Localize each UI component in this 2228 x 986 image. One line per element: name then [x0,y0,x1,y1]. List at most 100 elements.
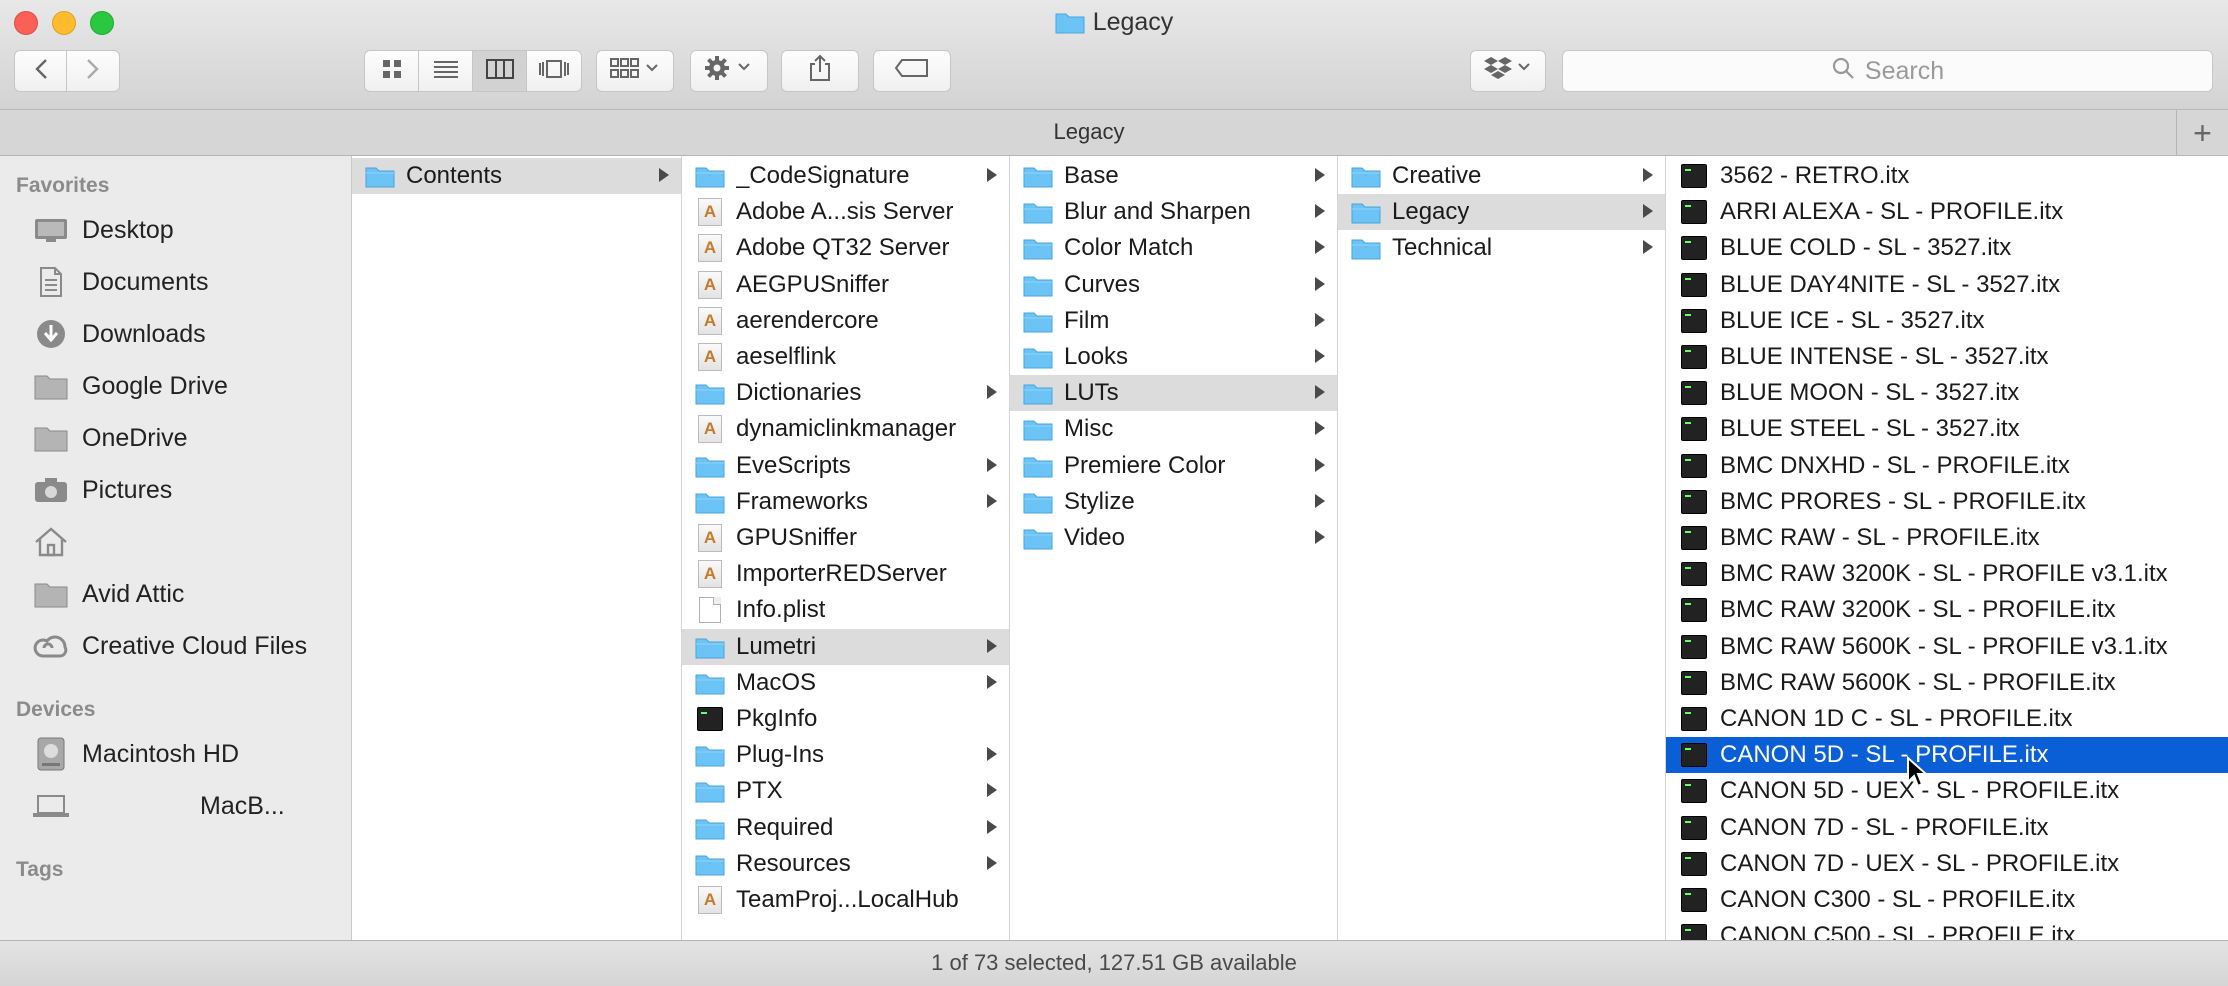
sidebar-item-documents[interactable]: Documents [0,260,352,304]
list-item[interactable]: BLUE MOON - SL - 3527.itx [1666,375,2228,411]
list-item[interactable]: Resources [682,846,1009,882]
list-item[interactable]: Info.plist [682,592,1009,628]
dropbox-button[interactable] [1470,50,1546,92]
column-view-button[interactable] [473,51,527,91]
sidebar-item-label: MacB... [200,791,285,820]
list-item[interactable]: A ImporterREDServer [682,556,1009,592]
list-item[interactable]: CANON 5D - UEX - SL - PROFILE.itx [1666,773,2228,809]
list-item[interactable]: PkgInfo [682,701,1009,737]
window-title-text: Legacy [1092,8,1174,36]
sidebar-item-desktop[interactable]: Desktop [0,208,352,252]
list-item[interactable]: MacOS [682,665,1009,701]
browser-column-1[interactable]: Contents [352,156,682,940]
application-icon: A [694,415,726,444]
list-item[interactable]: CANON 5D - SL - PROFILE.itx [1666,737,2228,774]
list-item[interactable]: EveScripts [682,448,1009,484]
browser-column-3[interactable]: Base Blur and Sharpen Color Match Curves Fil… [1010,156,1338,940]
list-item[interactable]: BMC RAW 3200K - SL - PROFILE.itx [1666,592,2228,628]
list-item[interactable]: Aaeselflink [682,339,1009,375]
back-button[interactable] [15,51,67,91]
list-item[interactable]: Blur and Sharpen [1010,194,1337,230]
list-item[interactable]: Dictionaries [682,375,1009,411]
list-icon [433,59,459,84]
list-item[interactable]: Adynamiclinkmanager [682,411,1009,447]
list-item[interactable]: Misc [1010,411,1337,447]
new-tab-button[interactable]: + [2176,110,2228,156]
list-item[interactable]: BLUE INTENSE - SL - 3527.itx [1666,339,2228,375]
list-item[interactable]: Curves [1010,267,1337,303]
list-item[interactable]: BMC RAW - SL - PROFILE.itx [1666,520,2228,556]
list-item[interactable]: Legacy [1338,194,1665,231]
list-item[interactable]: BLUE STEEL - SL - 3527.itx [1666,411,2228,447]
list-item[interactable]: Color Match [1010,230,1337,266]
list-item[interactable]: Aaerendercore [682,303,1009,339]
browser-column-4[interactable]: Creative Legacy Technical [1338,156,1666,940]
list-item[interactable]: Technical [1338,230,1665,266]
browser-column-2[interactable]: _CodeSignature A Adobe A...sis Server A Adob… [682,156,1010,940]
list-item[interactable]: Contents [352,158,681,194]
list-item[interactable]: A Adobe QT32 Server [682,230,1009,266]
sidebar-item-google-drive[interactable]: Google Drive [0,364,352,408]
list-item[interactable]: A GPUSniffer [682,520,1009,556]
sidebar-item-avid-attic[interactable]: Avid Attic [0,572,352,616]
sidebar-item-macintosh-hd[interactable]: Macintosh HD [0,732,352,776]
list-item[interactable]: Film [1010,303,1337,339]
sidebar-item-creative-cloud-files[interactable]: Creative Cloud Files [0,624,352,668]
cover-flow-button[interactable] [527,51,581,91]
list-item[interactable]: Premiere Color [1010,448,1337,484]
list-item[interactable]: Plug-Ins [682,737,1009,773]
executable-icon [1678,850,1710,878]
nav-buttons [14,50,120,92]
tab-legacy[interactable]: Legacy [0,119,2178,145]
list-item[interactable]: CANON 1D C - SL - PROFILE.itx [1666,701,2228,737]
sidebar-item-onedrive[interactable]: OneDrive [0,416,352,460]
item-name: BLUE INTENSE - SL - 3527.itx [1720,343,2049,370]
icon-view-button[interactable] [365,51,419,91]
list-item[interactable]: BMC PRORES - SL - PROFILE.itx [1666,484,2228,520]
list-item[interactable]: BLUE ICE - SL - 3527.itx [1666,303,2228,339]
item-name: aerendercore [736,306,879,334]
list-item[interactable]: Creative [1338,158,1665,194]
list-item[interactable]: Video [1010,520,1337,556]
sidebar-item-pictures[interactable]: Pictures [0,468,352,512]
list-item[interactable]: ARRI ALEXA - SL - PROFILE.itx [1666,194,2228,230]
list-item[interactable]: CANON C500 - SL - PROFILE.itx [1666,918,2228,940]
list-item[interactable]: BMC RAW 5600K - SL - PROFILE.itx [1666,665,2228,701]
list-item[interactable]: CANON 7D - UEX - SL - PROFILE.itx [1666,846,2228,882]
list-item[interactable]: PTX [682,773,1009,809]
arrange-button[interactable] [596,50,674,92]
list-item[interactable]: CANON C300 - SL - PROFILE.itx [1666,882,2228,918]
forward-button[interactable] [67,51,119,91]
list-item[interactable]: Frameworks [682,484,1009,520]
search-field[interactable]: Search [1562,50,2213,92]
list-item[interactable]: Stylize [1010,484,1337,520]
sidebar-item-macbook[interactable]: MacB... [0,784,352,828]
list-item[interactable]: A TeamProj...LocalHub [682,882,1009,918]
list-item[interactable]: Base [1010,158,1337,194]
list-item[interactable]: Looks [1010,339,1337,375]
list-item[interactable]: LUTs [1010,375,1337,412]
executable-icon [1678,669,1710,697]
list-view-button[interactable] [419,51,473,91]
list-item[interactable]: BLUE DAY4NITE - SL - 3527.itx [1666,267,2228,303]
disclosure-arrow-icon [987,819,997,834]
list-item[interactable]: BMC RAW 5600K - SL - PROFILE v3.1.itx [1666,629,2228,665]
list-item[interactable]: _CodeSignature [682,158,1009,194]
list-item[interactable]: Lumetri [682,628,1009,665]
disclosure-arrow-icon [1315,457,1325,472]
list-item[interactable]: A Adobe A...sis Server [682,194,1009,230]
list-item[interactable]: Required [682,810,1009,846]
list-item[interactable]: 3562 - RETRO.itx [1666,158,2228,194]
item-name: Color Match [1064,234,1194,262]
list-item[interactable]: BMC DNXHD - SL - PROFILE.itx [1666,448,2228,484]
tags-button[interactable] [873,50,951,92]
action-button[interactable] [690,50,768,92]
list-item[interactable]: BMC RAW 3200K - SL - PROFILE v3.1.itx [1666,556,2228,592]
sidebar-item-downloads[interactable]: Downloads [0,312,352,356]
sidebar-item-home[interactable] [0,520,352,564]
list-item[interactable]: CANON 7D - SL - PROFILE.itx [1666,810,2228,846]
browser-column-5[interactable]: 3562 - RETRO.itx ARRI ALEXA - SL - PROFIL… [1666,156,2228,940]
share-button[interactable] [781,50,859,92]
list-item[interactable]: A AEGPUSniffer [682,267,1009,303]
list-item[interactable]: BLUE COLD - SL - 3527.itx [1666,230,2228,266]
